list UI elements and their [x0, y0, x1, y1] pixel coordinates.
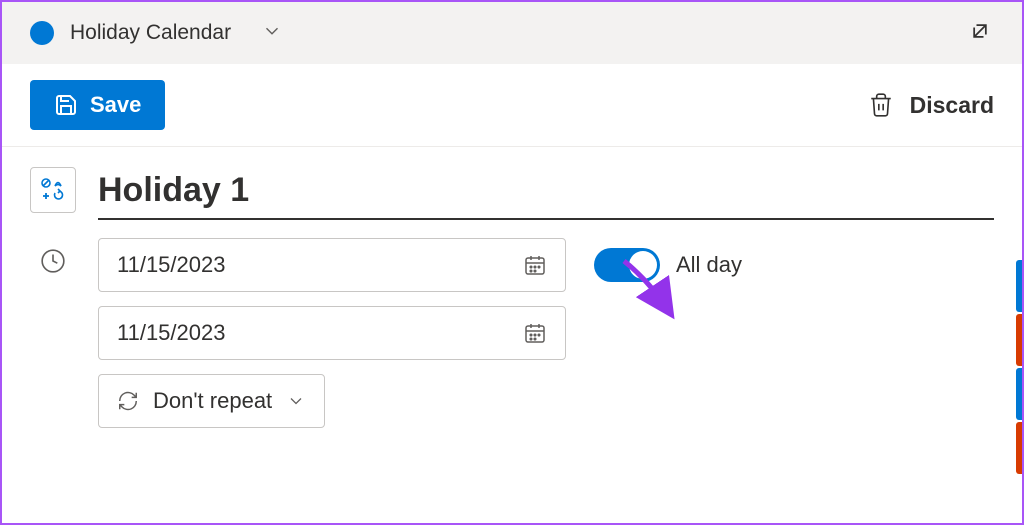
repeat-icon: [117, 390, 139, 412]
start-date-input[interactable]: 11/15/2023: [98, 238, 566, 292]
all-day-toggle[interactable]: [594, 248, 660, 282]
emoji-icon: [39, 176, 67, 204]
repeat-label: Don't repeat: [153, 388, 272, 414]
expand-button[interactable]: [966, 17, 994, 50]
end-date-input[interactable]: 11/15/2023: [98, 306, 566, 360]
calendar-name-label: Holiday Calendar: [70, 21, 231, 45]
repeat-dropdown[interactable]: Don't repeat: [98, 374, 325, 428]
calendar-color-dot: [30, 21, 54, 45]
save-button-label: Save: [90, 92, 141, 118]
discard-button-label: Discard: [910, 92, 994, 119]
event-title-input[interactable]: [98, 167, 994, 220]
expand-icon: [966, 17, 994, 45]
discard-button[interactable]: Discard: [868, 92, 994, 119]
clock-icon: [30, 238, 76, 284]
emoji-picker-button[interactable]: [30, 167, 76, 213]
save-icon: [54, 93, 78, 117]
side-color-tabs: [1016, 260, 1022, 474]
chevron-down-icon: [286, 391, 306, 411]
chevron-down-icon: [261, 20, 283, 47]
all-day-label: All day: [676, 252, 742, 278]
save-button[interactable]: Save: [30, 80, 165, 130]
toggle-knob: [629, 251, 657, 279]
trash-icon: [868, 92, 894, 118]
calendar-icon: [523, 253, 547, 277]
calendar-icon: [523, 321, 547, 345]
calendar-selector[interactable]: Holiday Calendar: [30, 20, 283, 47]
start-date-value: 11/15/2023: [117, 252, 225, 278]
end-date-value: 11/15/2023: [117, 320, 225, 346]
